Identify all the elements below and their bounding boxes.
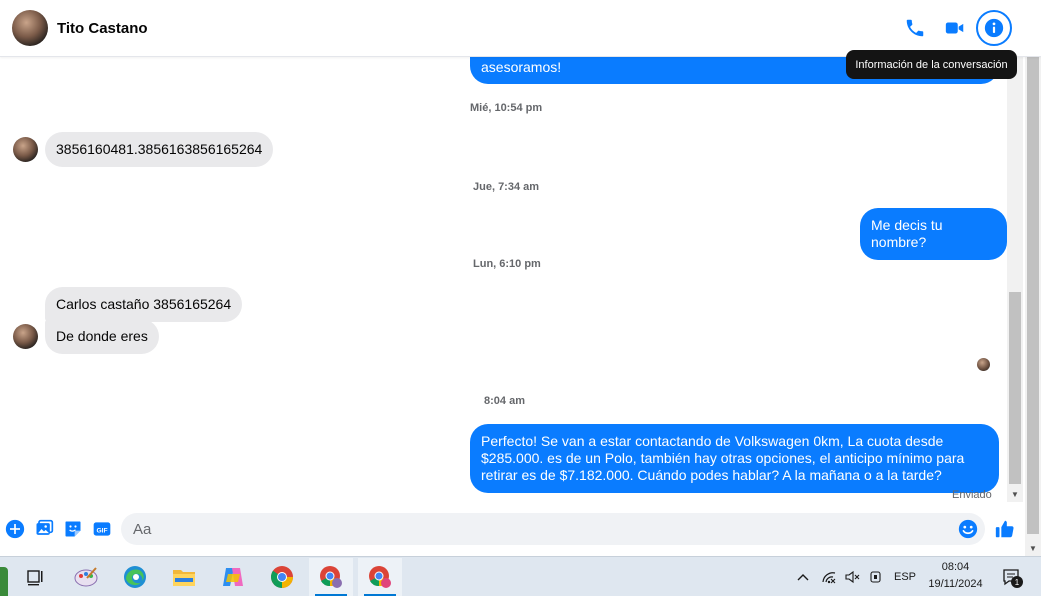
speaker-muted-icon	[845, 570, 860, 584]
message-composer: GIF	[0, 506, 1025, 554]
phone-icon	[906, 19, 924, 37]
message-list[interactable]: asesoramos! Mié, 10:54 pm 3856160481.385…	[0, 57, 1007, 506]
windows-taskbar: ESP 08:04 19/11/2024 1	[0, 556, 1041, 596]
message-scrollbar-thumb[interactable]	[1009, 292, 1021, 484]
taskbar-app-file-explorer[interactable]	[162, 558, 206, 596]
svg-text:GIF: GIF	[96, 527, 107, 534]
seen-avatar	[977, 358, 990, 371]
more-actions-button[interactable]	[4, 518, 26, 540]
like-button[interactable]	[993, 517, 1017, 541]
message-status: Enviado	[952, 489, 992, 501]
video-call-button[interactable]	[937, 10, 973, 46]
conversation-header: Tito Castano	[0, 0, 1041, 57]
info-tooltip: Información de la conversación	[846, 50, 1017, 79]
timestamp: Mié, 10:54 pm	[470, 102, 543, 114]
meet-status[interactable]	[866, 557, 886, 596]
plus-circle-icon	[5, 519, 25, 539]
chrome-profile-icon	[369, 566, 391, 588]
clock-date: 19/11/2024	[928, 578, 983, 590]
sticker-icon	[65, 521, 81, 537]
clock-time: 08:04	[941, 561, 970, 573]
taskbar-app-chrome-profile-2[interactable]	[358, 558, 402, 596]
notification-badge: 1	[1011, 576, 1023, 588]
edge-browser-icon	[124, 566, 146, 588]
volume-status[interactable]	[842, 557, 862, 596]
contact-avatar-small[interactable]	[13, 137, 38, 162]
message-text: asesoramos!	[481, 59, 562, 75]
wifi-status[interactable]	[819, 557, 839, 596]
taskbar-app-paint[interactable]	[64, 558, 108, 596]
chrome-icon	[271, 566, 293, 588]
contact-avatar[interactable]	[12, 10, 48, 46]
video-camera-icon	[945, 22, 964, 34]
camera-icon	[870, 571, 881, 583]
info-icon	[984, 18, 1004, 38]
sticker-button[interactable]	[62, 518, 84, 540]
contact-name[interactable]: Tito Castano	[57, 20, 148, 37]
timestamp: 8:04 am	[484, 395, 525, 407]
message-input[interactable]	[133, 519, 953, 539]
wifi-icon	[822, 572, 836, 584]
start-edge-icon[interactable]	[0, 567, 8, 596]
message-outgoing[interactable]: Perfecto! Se van a estar contactando de …	[470, 424, 999, 493]
folder-icon	[173, 570, 195, 586]
timestamp: Jue, 7:34 am	[473, 181, 540, 193]
message-input-box[interactable]	[121, 513, 985, 545]
taskbar-app-copilot[interactable]	[211, 558, 255, 596]
paint-palette-icon	[74, 567, 98, 587]
page-scroll-down-arrow-icon[interactable]: ▼	[1025, 541, 1041, 555]
message-outgoing[interactable]: Me decis tu nombre?	[860, 208, 1007, 260]
taskbar-app-edge[interactable]	[113, 558, 157, 596]
emoji-button[interactable]	[957, 518, 979, 540]
timestamp: Lun, 6:10 pm	[473, 258, 541, 270]
thumbs-up-icon	[995, 520, 1014, 538]
gif-button[interactable]: GIF	[91, 518, 113, 540]
gif-icon: GIF	[93, 522, 111, 536]
show-hidden-icons-button[interactable]	[793, 557, 813, 596]
message-incoming[interactable]: Carlos castaño 3856165264	[45, 287, 243, 322]
contact-avatar-small[interactable]	[13, 324, 38, 349]
chevron-up-icon	[797, 574, 809, 581]
page-scrollbar-thumb[interactable]	[1027, 4, 1039, 534]
task-view-button[interactable]	[13, 558, 57, 596]
messenger-window: Tito Castano Información de la conversac…	[0, 0, 1041, 596]
attach-image-button[interactable]	[33, 518, 55, 540]
audio-call-button[interactable]	[897, 10, 933, 46]
chrome-profile-icon	[320, 566, 342, 588]
conversation-info-button[interactable]	[976, 10, 1012, 46]
notification-center-button[interactable]: 1	[997, 557, 1025, 596]
smiley-icon	[958, 519, 978, 539]
taskbar-app-chrome[interactable]	[260, 558, 304, 596]
message-incoming[interactable]: De donde eres	[45, 319, 159, 354]
taskbar-app-chrome-profile-1[interactable]	[309, 558, 353, 596]
copilot-icon	[223, 568, 243, 586]
system-clock[interactable]: 08:04 19/11/2024	[918, 559, 993, 595]
task-view-icon	[27, 570, 43, 586]
image-icon	[36, 519, 54, 535]
input-language[interactable]: ESP	[890, 557, 920, 596]
message-incoming[interactable]: 3856160481.3856163856165264	[45, 132, 274, 167]
scroll-down-arrow-icon[interactable]: ▼	[1007, 487, 1023, 501]
